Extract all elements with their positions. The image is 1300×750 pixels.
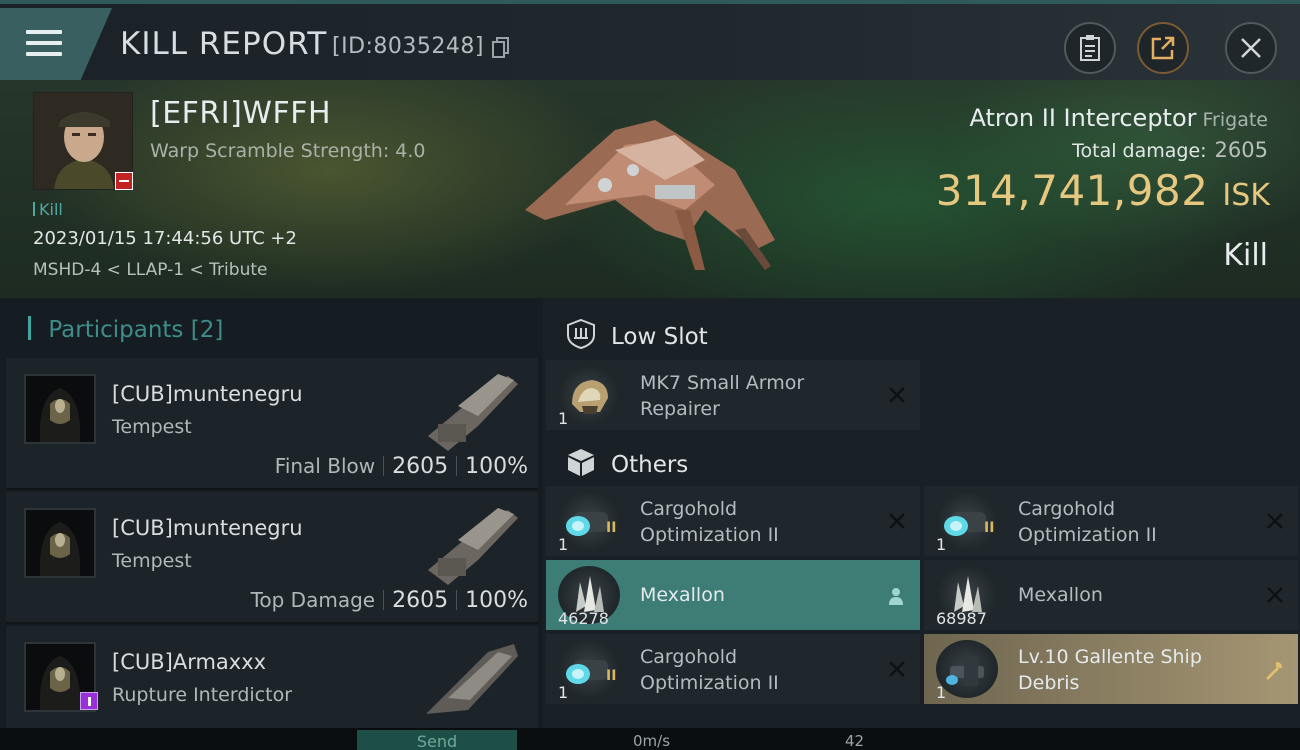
- destroyed-x-icon: [1267, 587, 1283, 603]
- info-badge: [80, 692, 98, 710]
- total-damage: Total damage: 2605: [1072, 138, 1268, 162]
- item-name: Cargohold Optimization II: [640, 646, 779, 694]
- report-id: [ID:8035248]: [332, 34, 484, 59]
- item-name: Mexallon: [1018, 584, 1103, 606]
- participant-stats: Top Damage 2605 100%: [250, 588, 528, 613]
- clipboard-button[interactable]: [1064, 22, 1116, 74]
- participants-panel: Participants [2] [CUB]muntenegru Tempest…: [0, 298, 543, 728]
- destroyed-x-icon: [889, 513, 905, 529]
- cargo-item[interactable]: II 1 Cargohold Optimization II: [924, 486, 1298, 556]
- clipboard-icon: [1080, 35, 1100, 61]
- kill-datetime: 2023/01/15 17:44:56 UTC +2: [33, 228, 297, 249]
- items-panel: Low Slot 1 MK7 Small Armor Repairer Other…: [543, 298, 1300, 728]
- participant-ship: Rupture Interdictor: [112, 684, 292, 706]
- kill-tag: Kill: [33, 200, 63, 219]
- cargo-item-selected[interactable]: 46278 Mexallon: [546, 560, 920, 630]
- participant-row[interactable]: [CUB]muntenegru Tempest Final Blow 2605 10…: [6, 358, 538, 490]
- item-name: Mexallon: [640, 584, 725, 606]
- destroyed-x-icon: [1267, 513, 1283, 529]
- item-name: Cargohold Optimization II: [1018, 498, 1157, 546]
- item-name: Lv.10 Gallente Ship Debris: [1018, 646, 1202, 694]
- participant-name: [CUB]muntenegru: [112, 382, 303, 406]
- isk-value: 314,741,982 ISK: [935, 166, 1270, 215]
- participant-ship-image: [428, 374, 518, 451]
- hooded-avatar-icon: [26, 376, 94, 442]
- victim-banner: [EFRI]WFFH Warp Scramble Strength: 4.0 K…: [0, 80, 1300, 298]
- wrench-icon: [1266, 662, 1282, 680]
- cargo-item-debris[interactable]: 1 Lv.10 Gallente Ship Debris: [924, 634, 1298, 704]
- kill-location[interactable]: MSHD-4 < LLAP-1 < Tribute: [33, 260, 267, 280]
- victim-name[interactable]: [EFRI]WFFH: [150, 96, 331, 131]
- participant-ship-image: [426, 644, 518, 714]
- bottom-hud-strip: Send 0m/s 42: [0, 728, 1300, 750]
- cargo-box-icon: [568, 449, 594, 476]
- low-slot-header: Low Slot: [565, 318, 708, 350]
- cargo-item[interactable]: II 1 Cargohold Optimization II: [546, 634, 920, 704]
- victim-ship-image[interactable]: [505, 90, 795, 290]
- close-icon: [1241, 38, 1261, 58]
- header-bar: KILL REPORT [ID:8035248]: [0, 0, 1300, 80]
- cargo-item[interactable]: 68987 Mexallon: [924, 560, 1298, 630]
- send-button[interactable]: Send: [357, 730, 517, 750]
- others-header: Others: [565, 446, 688, 478]
- pilot-icon: [889, 588, 903, 605]
- menu-button[interactable]: [0, 8, 112, 80]
- menu-icon: [26, 30, 62, 58]
- result-label: Kill: [1223, 238, 1268, 273]
- participant-row[interactable]: [CUB]muntenegru Tempest Top Damage 2605 10…: [6, 492, 538, 624]
- cargo-item[interactable]: II 1 Cargohold Optimization II: [546, 486, 920, 556]
- hud-count: 42: [845, 732, 865, 750]
- participant-name: [CUB]Armaxxx: [112, 650, 267, 674]
- participant-ship-image: [428, 508, 518, 585]
- participant-ship: Tempest: [112, 416, 192, 438]
- participant-avatar: [24, 508, 96, 578]
- destroyed-x-icon: [889, 387, 905, 403]
- hostile-badge: [115, 172, 133, 190]
- item-name: Cargohold Optimization II: [640, 498, 779, 546]
- participant-avatar: [24, 374, 96, 444]
- hooded-avatar-icon: [26, 510, 94, 576]
- participant-name: [CUB]muntenegru: [112, 516, 303, 540]
- participants-header: Participants [2]: [28, 316, 223, 343]
- participant-stats: Final Blow 2605 100%: [274, 454, 528, 479]
- speed-readout: 0m/s: [633, 732, 671, 750]
- destroyed-x-icon: [889, 661, 905, 677]
- participant-ship: Tempest: [112, 550, 192, 572]
- copy-icon[interactable]: [492, 37, 510, 59]
- warp-scramble-strength: Warp Scramble Strength: 4.0: [150, 140, 426, 162]
- close-button[interactable]: [1225, 22, 1277, 74]
- victim-ship-name[interactable]: Atron II Interceptor Frigate: [970, 104, 1269, 132]
- item-name: MK7 Small Armor Repairer: [640, 372, 805, 420]
- participant-row[interactable]: [CUB]Armaxxx Rupture Interdictor: [6, 626, 538, 728]
- page-title: KILL REPORT: [120, 26, 328, 62]
- share-icon: [1151, 36, 1175, 60]
- share-button[interactable]: [1137, 22, 1189, 74]
- low-slot-item[interactable]: 1 MK7 Small Armor Repairer: [546, 360, 920, 430]
- low-slot-icon: [567, 318, 595, 350]
